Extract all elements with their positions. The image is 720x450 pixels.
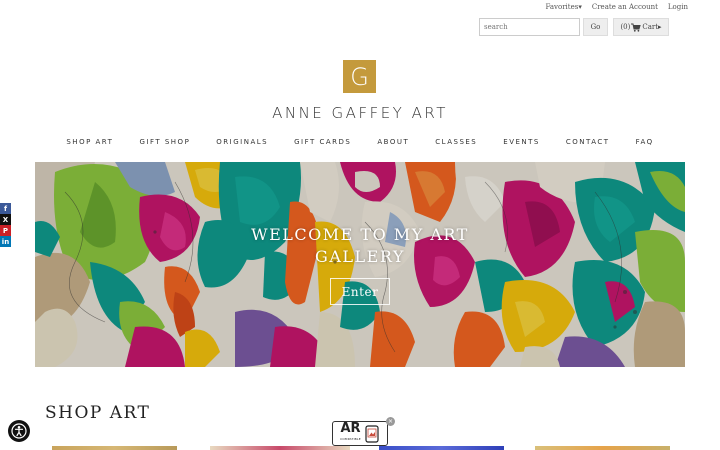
site-title[interactable]: ANNE GAFFEY ART <box>0 104 720 122</box>
main-nav: SHOP ART GIFT SHOP ORIGINALS GIFT CARDS … <box>0 138 720 146</box>
top-utility-bar: Favorites▾ Create an Account Login <box>545 3 688 11</box>
product-thumb-1[interactable] <box>52 446 177 450</box>
search-row: Go (0) Cart▸ <box>479 18 669 36</box>
product-thumb-3[interactable] <box>379 446 504 450</box>
nav-classes[interactable]: CLASSES <box>435 138 477 146</box>
nav-gift-shop[interactable]: GIFT SHOP <box>139 138 190 146</box>
logo-mark[interactable]: G <box>343 60 376 93</box>
nav-events[interactable]: EVENTS <box>503 138 540 146</box>
enter-button[interactable]: Enter <box>330 278 390 305</box>
phone-frame-icon <box>365 424 379 443</box>
nav-originals[interactable]: ORIGINALS <box>216 138 268 146</box>
accessibility-button[interactable] <box>8 420 30 442</box>
social-share-bar: f X P in <box>0 203 11 247</box>
ar-label: AR COMPATIBLE <box>340 422 361 445</box>
ar-sub-label: COMPATIBLE <box>340 436 361 441</box>
cart-count: (0) <box>620 23 631 31</box>
cart-label: Cart▸ <box>642 23 662 31</box>
linkedin-icon[interactable]: in <box>0 236 11 247</box>
cart-icon <box>631 23 642 32</box>
favorites-link[interactable]: Favorites▾ <box>545 3 581 11</box>
nav-faq[interactable]: FAQ <box>636 138 654 146</box>
product-thumb-4[interactable] <box>535 446 670 450</box>
nav-contact[interactable]: CONTACT <box>566 138 610 146</box>
logo-g-icon: G <box>350 63 369 91</box>
ar-badge-close-icon[interactable]: × <box>386 417 395 426</box>
accessibility-icon <box>11 423 27 439</box>
nav-gift-cards[interactable]: GIFT CARDS <box>294 138 351 146</box>
facebook-icon[interactable]: f <box>0 203 11 214</box>
pinterest-icon[interactable]: P <box>0 225 11 236</box>
product-thumb-2[interactable] <box>210 446 350 450</box>
hero-heading-line1: WELCOME TO MY ART <box>251 225 469 244</box>
nav-shop-art[interactable]: SHOP ART <box>66 138 113 146</box>
x-icon[interactable]: X <box>0 214 11 225</box>
nav-about[interactable]: ABOUT <box>377 138 409 146</box>
go-button[interactable]: Go <box>583 18 608 36</box>
ar-compatible-badge[interactable]: AR COMPATIBLE <box>332 421 388 446</box>
section-title-shop-art: SHOP ART <box>45 403 151 423</box>
search-input[interactable] <box>479 18 580 36</box>
login-link[interactable]: Login <box>668 3 688 11</box>
logo-letter: G <box>350 63 369 91</box>
create-account-link[interactable]: Create an Account <box>592 3 658 11</box>
cart-button[interactable]: (0) Cart▸ <box>613 18 669 36</box>
hero-heading-line2: GALLERY <box>315 247 405 266</box>
hero-heading: WELCOME TO MY ART GALLERY <box>35 224 685 268</box>
hero-banner: WELCOME TO MY ART GALLERY Enter <box>35 162 685 367</box>
